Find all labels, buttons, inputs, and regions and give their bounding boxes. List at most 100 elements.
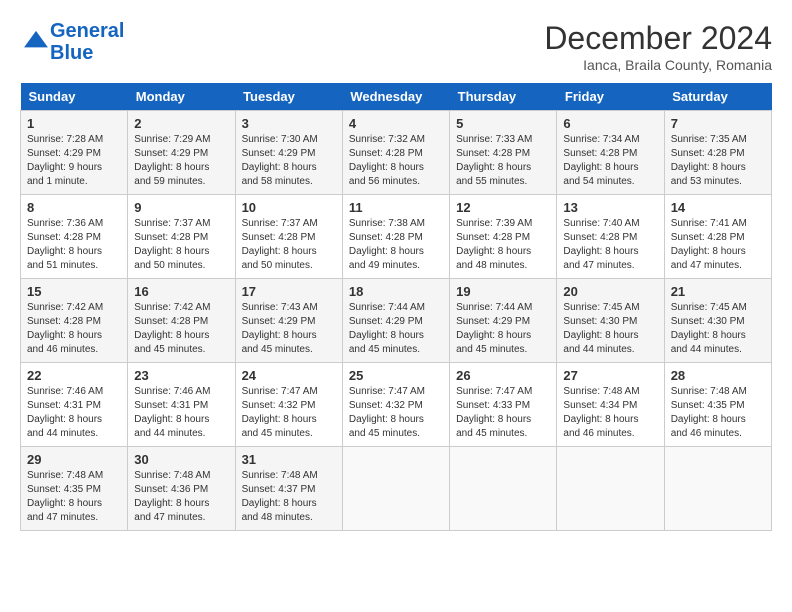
day-number: 20 <box>563 284 657 299</box>
day-number: 25 <box>349 368 443 383</box>
day-info: Sunrise: 7:33 AMSunset: 4:28 PMDaylight:… <box>456 133 550 189</box>
day-info: Sunrise: 7:35 AMSunset: 4:28 PMDaylight:… <box>671 133 765 189</box>
day-info: Sunrise: 7:48 AMSunset: 4:35 PMDaylight:… <box>27 469 121 525</box>
calendar-cell: 29 Sunrise: 7:48 AMSunset: 4:35 PMDayligh… <box>21 447 128 531</box>
week-row-3: 15 Sunrise: 7:42 AMSunset: 4:28 PMDayligh… <box>21 279 772 363</box>
day-info: Sunrise: 7:46 AMSunset: 4:31 PMDaylight:… <box>27 385 121 441</box>
calendar-cell: 12 Sunrise: 7:39 AMSunset: 4:28 PMDayligh… <box>450 195 557 279</box>
calendar-cell: 22Sunrise: 7:46 AMSunset: 4:31 PMDayligh… <box>21 363 128 447</box>
calendar-cell: 16Sunrise: 7:42 AMSunset: 4:28 PMDayligh… <box>128 279 235 363</box>
day-info: Sunrise: 7:46 AMSunset: 4:31 PMDaylight:… <box>134 385 228 441</box>
calendar-cell: 15 Sunrise: 7:42 AMSunset: 4:28 PMDayligh… <box>21 279 128 363</box>
calendar-table: SundayMondayTuesdayWednesdayThursdayFrid… <box>20 83 772 531</box>
day-number: 3 <box>242 116 336 131</box>
location-title: Ianca, Braila County, Romania <box>544 57 772 73</box>
title-area: December 2024 Ianca, Braila County, Roma… <box>544 20 772 73</box>
calendar-cell: 10 Sunrise: 7:37 AMSunset: 4:28 PMDayligh… <box>235 195 342 279</box>
logo-text: General Blue <box>50 20 124 64</box>
day-info: Sunrise: 7:43 AMSunset: 4:29 PMDaylight:… <box>242 301 336 357</box>
day-number: 2 <box>134 116 228 131</box>
day-number: 27 <box>563 368 657 383</box>
day-number: 26 <box>456 368 550 383</box>
weekday-header-saturday: Saturday <box>664 83 771 111</box>
day-info: Sunrise: 7:40 AMSunset: 4:28 PMDaylight:… <box>563 217 657 273</box>
day-number: 1 <box>27 116 121 131</box>
calendar-cell: 28 Sunrise: 7:48 AMSunset: 4:35 PMDayligh… <box>664 363 771 447</box>
day-info: Sunrise: 7:48 AMSunset: 4:35 PMDaylight:… <box>671 385 765 441</box>
day-number: 17 <box>242 284 336 299</box>
calendar-cell: 1 Sunrise: 7:28 AMSunset: 4:29 PMDaylight… <box>21 111 128 195</box>
day-info: Sunrise: 7:42 AMSunset: 4:28 PMDaylight:… <box>27 301 121 357</box>
day-number: 19 <box>456 284 550 299</box>
day-info: Sunrise: 7:47 AMSunset: 4:32 PMDaylight:… <box>349 385 443 441</box>
day-info: Sunrise: 7:37 AMSunset: 4:28 PMDaylight:… <box>134 217 228 273</box>
day-number: 11 <box>349 200 443 215</box>
day-info: Sunrise: 7:47 AMSunset: 4:32 PMDaylight:… <box>242 385 336 441</box>
day-number: 7 <box>671 116 765 131</box>
day-info: Sunrise: 7:28 AMSunset: 4:29 PMDaylight:… <box>27 133 121 189</box>
day-number: 13 <box>563 200 657 215</box>
weekday-header-monday: Monday <box>128 83 235 111</box>
day-number: 6 <box>563 116 657 131</box>
day-number: 23 <box>134 368 228 383</box>
day-number: 16 <box>134 284 228 299</box>
day-info: Sunrise: 7:45 AMSunset: 4:30 PMDaylight:… <box>671 301 765 357</box>
day-info: Sunrise: 7:47 AMSunset: 4:33 PMDaylight:… <box>456 385 550 441</box>
day-number: 28 <box>671 368 765 383</box>
day-info: Sunrise: 7:29 AMSunset: 4:29 PMDaylight:… <box>134 133 228 189</box>
day-number: 29 <box>27 452 121 467</box>
day-info: Sunrise: 7:48 AMSunset: 4:36 PMDaylight:… <box>134 469 228 525</box>
day-number: 12 <box>456 200 550 215</box>
day-info: Sunrise: 7:45 AMSunset: 4:30 PMDaylight:… <box>563 301 657 357</box>
calendar-body: 1 Sunrise: 7:28 AMSunset: 4:29 PMDaylight… <box>21 111 772 531</box>
day-info: Sunrise: 7:41 AMSunset: 4:28 PMDaylight:… <box>671 217 765 273</box>
calendar-cell: 21 Sunrise: 7:45 AMSunset: 4:30 PMDayligh… <box>664 279 771 363</box>
calendar-cell: 14Sunrise: 7:41 AMSunset: 4:28 PMDayligh… <box>664 195 771 279</box>
day-info: Sunrise: 7:48 AMSunset: 4:34 PMDaylight:… <box>563 385 657 441</box>
day-number: 10 <box>242 200 336 215</box>
calendar-cell: 31 Sunrise: 7:48 AMSunset: 4:37 PMDayligh… <box>235 447 342 531</box>
calendar-cell: 26 Sunrise: 7:47 AMSunset: 4:33 PMDayligh… <box>450 363 557 447</box>
day-number: 31 <box>242 452 336 467</box>
day-number: 18 <box>349 284 443 299</box>
day-number: 21 <box>671 284 765 299</box>
calendar-cell: 8Sunrise: 7:36 AMSunset: 4:28 PMDaylight… <box>21 195 128 279</box>
calendar-cell: 24Sunrise: 7:47 AMSunset: 4:32 PMDayligh… <box>235 363 342 447</box>
day-info: Sunrise: 7:39 AMSunset: 4:28 PMDaylight:… <box>456 217 550 273</box>
logo: General Blue <box>20 20 124 64</box>
day-number: 5 <box>456 116 550 131</box>
weekday-header-row: SundayMondayTuesdayWednesdayThursdayFrid… <box>21 83 772 111</box>
day-number: 4 <box>349 116 443 131</box>
week-row-1: 1 Sunrise: 7:28 AMSunset: 4:29 PMDaylight… <box>21 111 772 195</box>
calendar-cell: 3Sunrise: 7:30 AMSunset: 4:29 PMDaylight… <box>235 111 342 195</box>
weekday-header-thursday: Thursday <box>450 83 557 111</box>
calendar-cell: 9 Sunrise: 7:37 AMSunset: 4:28 PMDaylight… <box>128 195 235 279</box>
day-number: 9 <box>134 200 228 215</box>
calendar-cell: 6Sunrise: 7:34 AMSunset: 4:28 PMDaylight… <box>557 111 664 195</box>
day-number: 8 <box>27 200 121 215</box>
week-row-4: 22Sunrise: 7:46 AMSunset: 4:31 PMDayligh… <box>21 363 772 447</box>
calendar-cell: 11Sunrise: 7:38 AMSunset: 4:28 PMDayligh… <box>342 195 449 279</box>
calendar-cell: 5 Sunrise: 7:33 AMSunset: 4:28 PMDaylight… <box>450 111 557 195</box>
day-number: 30 <box>134 452 228 467</box>
day-info: Sunrise: 7:32 AMSunset: 4:28 PMDaylight:… <box>349 133 443 189</box>
month-title: December 2024 <box>544 20 772 57</box>
calendar-cell <box>664 447 771 531</box>
calendar-cell: 19 Sunrise: 7:44 AMSunset: 4:29 PMDayligh… <box>450 279 557 363</box>
calendar-cell: 13 Sunrise: 7:40 AMSunset: 4:28 PMDayligh… <box>557 195 664 279</box>
day-info: Sunrise: 7:44 AMSunset: 4:29 PMDaylight:… <box>349 301 443 357</box>
calendar-cell: 18 Sunrise: 7:44 AMSunset: 4:29 PMDayligh… <box>342 279 449 363</box>
day-info: Sunrise: 7:37 AMSunset: 4:28 PMDaylight:… <box>242 217 336 273</box>
day-number: 15 <box>27 284 121 299</box>
weekday-header-wednesday: Wednesday <box>342 83 449 111</box>
weekday-header-sunday: Sunday <box>21 83 128 111</box>
weekday-header-tuesday: Tuesday <box>235 83 342 111</box>
weekday-header-friday: Friday <box>557 83 664 111</box>
calendar-cell: 20 Sunrise: 7:45 AMSunset: 4:30 PMDayligh… <box>557 279 664 363</box>
calendar-cell: 17 Sunrise: 7:43 AMSunset: 4:29 PMDayligh… <box>235 279 342 363</box>
calendar-cell <box>557 447 664 531</box>
week-row-5: 29 Sunrise: 7:48 AMSunset: 4:35 PMDayligh… <box>21 447 772 531</box>
calendar-cell: 30 Sunrise: 7:48 AMSunset: 4:36 PMDayligh… <box>128 447 235 531</box>
day-info: Sunrise: 7:44 AMSunset: 4:29 PMDaylight:… <box>456 301 550 357</box>
day-info: Sunrise: 7:48 AMSunset: 4:37 PMDaylight:… <box>242 469 336 525</box>
